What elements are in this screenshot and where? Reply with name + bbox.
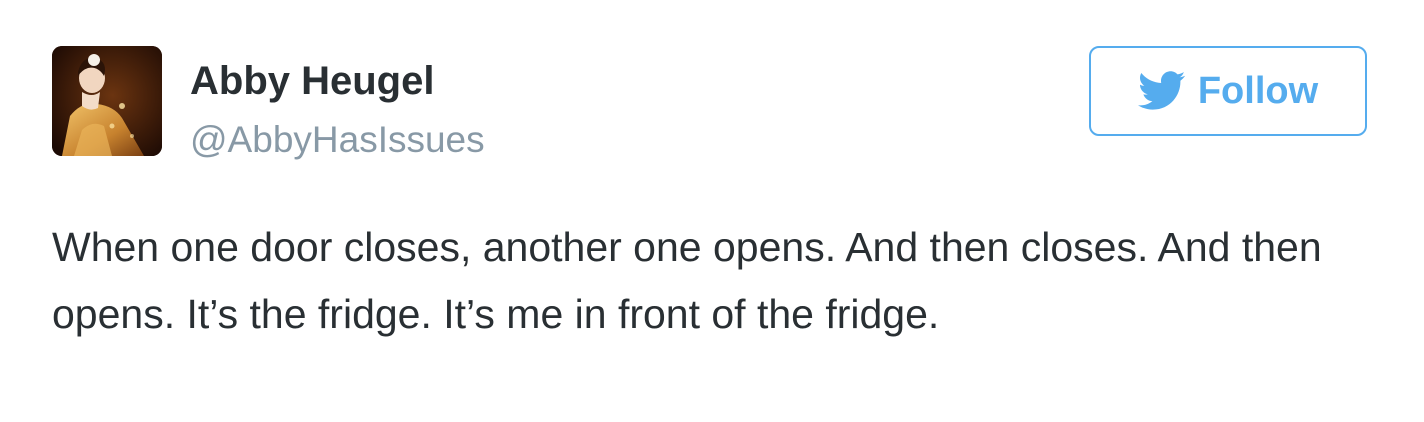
- twitter-bird-icon: [1137, 71, 1186, 111]
- tweet-text: When one door closes, another one opens.…: [52, 224, 1322, 337]
- follow-label: Follow: [1197, 69, 1319, 112]
- user-handle[interactable]: @AbbyHasIssues: [190, 118, 485, 162]
- follow-button[interactable]: Follow: [1089, 46, 1367, 136]
- profile-photo-icon: [52, 46, 162, 156]
- avatar[interactable]: [52, 46, 162, 156]
- display-name[interactable]: Abby Heugel: [190, 58, 434, 104]
- tweet-card: Abby Heugel @AbbyHasIssues Follow When o…: [0, 0, 1424, 422]
